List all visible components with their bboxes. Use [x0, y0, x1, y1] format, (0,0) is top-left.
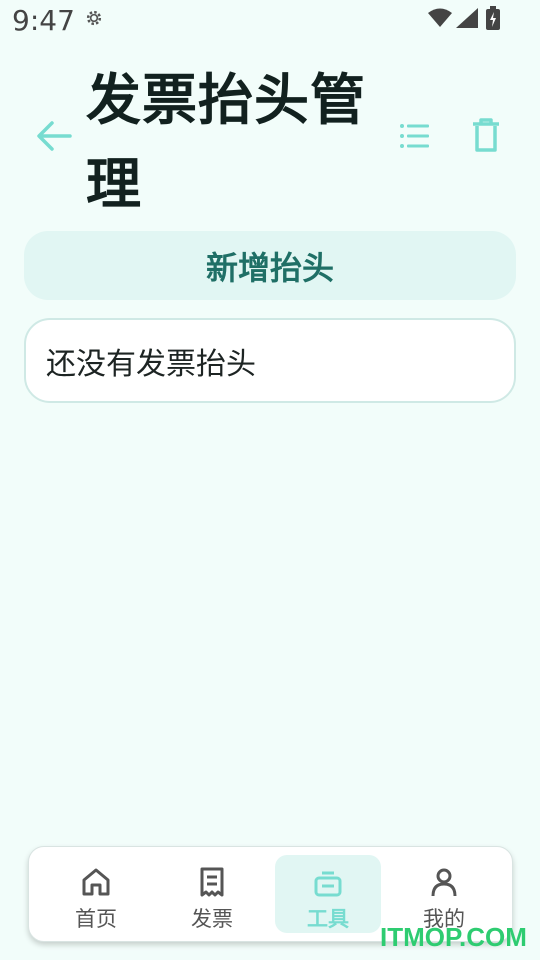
invoice-icon — [200, 867, 224, 897]
person-icon — [431, 868, 457, 897]
nav-item-invoice[interactable]: 发票 — [159, 855, 265, 933]
nav-label-home: 首页 — [75, 907, 117, 931]
signal-icon — [456, 8, 478, 28]
watermark: ITMOP.COM — [380, 922, 527, 952]
gear-icon — [86, 10, 102, 26]
empty-state-text: 还没有发票抬头 — [46, 346, 256, 382]
add-header-label: 新增抬头 — [205, 248, 334, 287]
delete-icon[interactable] — [464, 114, 508, 158]
back-arrow-icon[interactable] — [32, 114, 76, 158]
nav-label-invoice: 发票 — [191, 907, 233, 931]
list-icon[interactable] — [392, 114, 436, 158]
add-header-button[interactable]: 新增抬头 — [24, 231, 516, 300]
toolbox-icon — [314, 871, 342, 897]
empty-state-card: 还没有发票抬头 — [24, 318, 516, 403]
nav-item-home[interactable]: 首页 — [43, 855, 149, 933]
status-bar: 9:47 — [0, 0, 540, 44]
page-title: 发票抬头管理 — [86, 68, 367, 216]
home-icon — [82, 868, 110, 896]
status-time: 9:47 — [12, 4, 75, 37]
nav-item-tools[interactable]: 工具 — [275, 855, 381, 933]
battery-icon — [486, 6, 500, 30]
nav-label-tools: 工具 — [307, 907, 349, 931]
wifi-icon — [428, 8, 452, 27]
